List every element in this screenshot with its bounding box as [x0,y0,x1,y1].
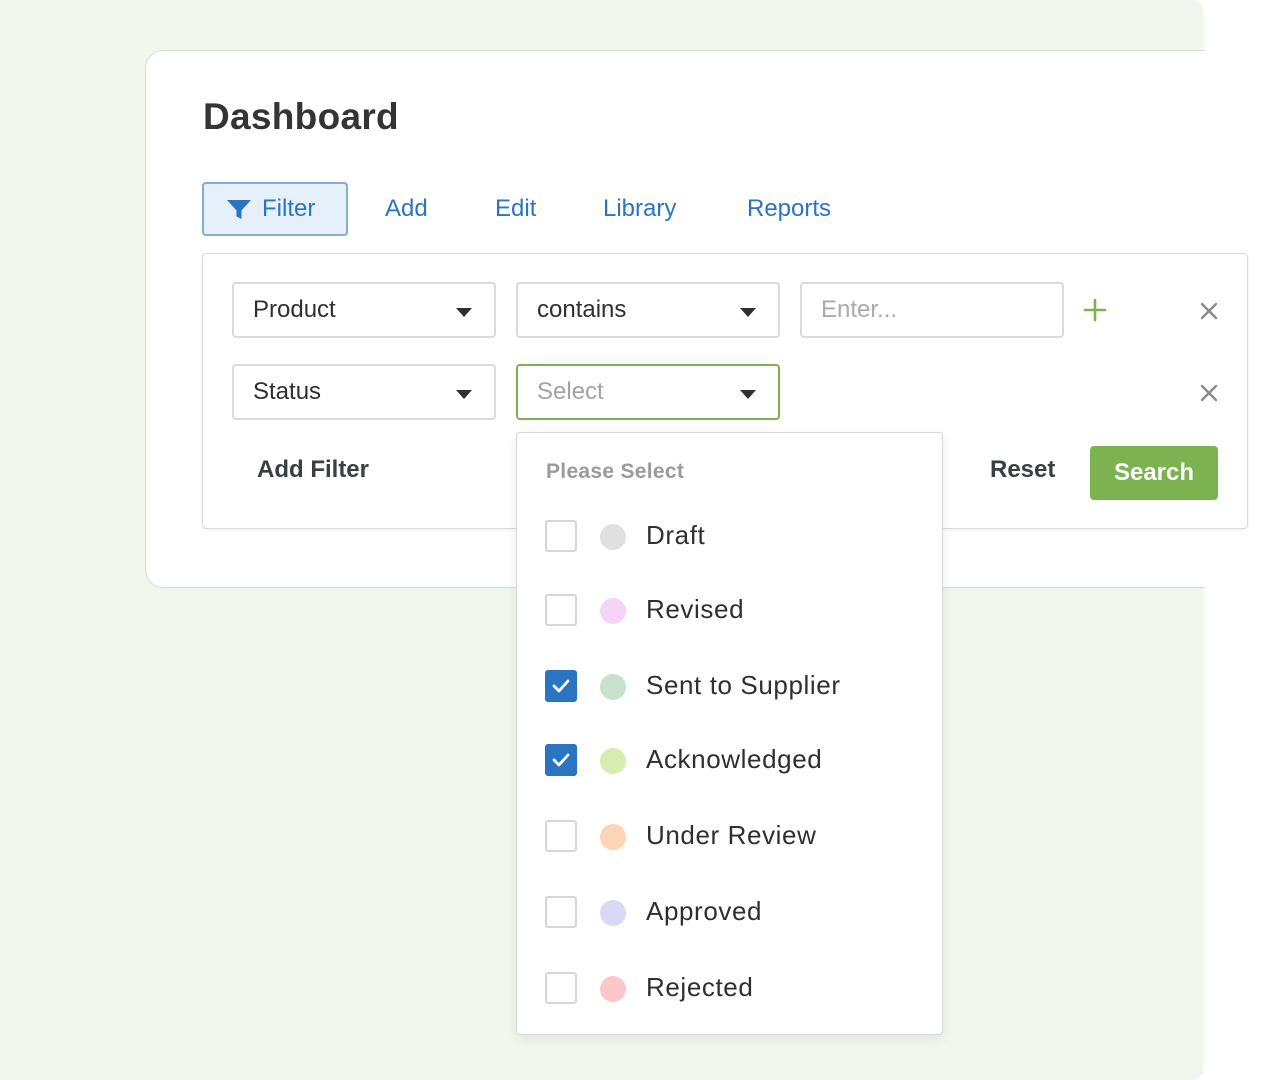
status-color-dot-icon [600,748,626,774]
filter-field-value: Product [253,296,336,323]
status-select-placeholder: Select [537,378,604,405]
check-icon [552,679,570,693]
status-option[interactable]: Draft [530,508,930,564]
tab-filter[interactable]: Filter [202,182,348,236]
status-value-select[interactable]: Select [516,364,780,420]
caret-down-icon [456,390,472,399]
status-option[interactable]: Rejected [530,960,930,1016]
checkbox[interactable] [545,520,577,552]
tab-edit[interactable]: Edit [495,182,536,236]
status-color-dot-icon [600,976,626,1002]
check-icon [552,753,570,767]
search-button[interactable]: Search [1090,446,1218,500]
status-option[interactable]: Revised [530,582,930,638]
funnel-icon [227,200,251,219]
filter-operator-select[interactable]: contains [516,282,780,338]
status-option-label: Revised [646,594,745,624]
status-option[interactable]: Approved [530,884,930,940]
status-option[interactable]: Sent to Supplier [530,658,930,714]
caret-down-icon [740,390,756,399]
filter-field-select-status[interactable]: Status [232,364,496,420]
plus-icon[interactable] [1082,297,1108,323]
close-icon[interactable] [1198,382,1220,404]
caret-down-icon [740,308,756,317]
status-option-label: Acknowledged [646,744,823,774]
filter-value-input[interactable]: Enter... [800,282,1064,338]
dropdown-header: Please Select [546,460,685,483]
add-filter-button[interactable]: Add Filter [257,456,369,484]
status-option-label: Approved [646,896,763,926]
filter-field-value: Status [253,378,322,405]
status-option[interactable]: Under Review [530,808,930,864]
tab-filter-label: Filter [262,195,316,222]
checkbox[interactable] [545,820,577,852]
status-option-label: Rejected [646,972,754,1002]
status-color-dot-icon [600,900,626,926]
status-color-dot-icon [600,598,626,624]
status-color-dot-icon [600,524,626,550]
reset-button[interactable]: Reset [990,456,1055,484]
status-color-dot-icon [600,674,626,700]
checkbox-checked[interactable] [545,670,577,702]
checkbox[interactable] [545,594,577,626]
close-icon[interactable] [1198,300,1220,322]
tab-library[interactable]: Library [603,182,676,236]
checkbox-checked[interactable] [545,744,577,776]
tab-add[interactable]: Add [385,182,428,236]
status-option-label: Under Review [646,820,817,850]
status-color-dot-icon [600,824,626,850]
status-option-label: Sent to Supplier [646,670,841,700]
filter-operator-value: contains [537,296,627,323]
status-option[interactable]: Acknowledged [530,732,930,788]
filter-field-select-product[interactable]: Product [232,282,496,338]
caret-down-icon [456,308,472,317]
checkbox[interactable] [545,972,577,1004]
tab-reports[interactable]: Reports [747,182,831,236]
checkbox[interactable] [545,896,577,928]
page-title: Dashboard [203,96,399,137]
status-option-label: Draft [646,520,706,550]
